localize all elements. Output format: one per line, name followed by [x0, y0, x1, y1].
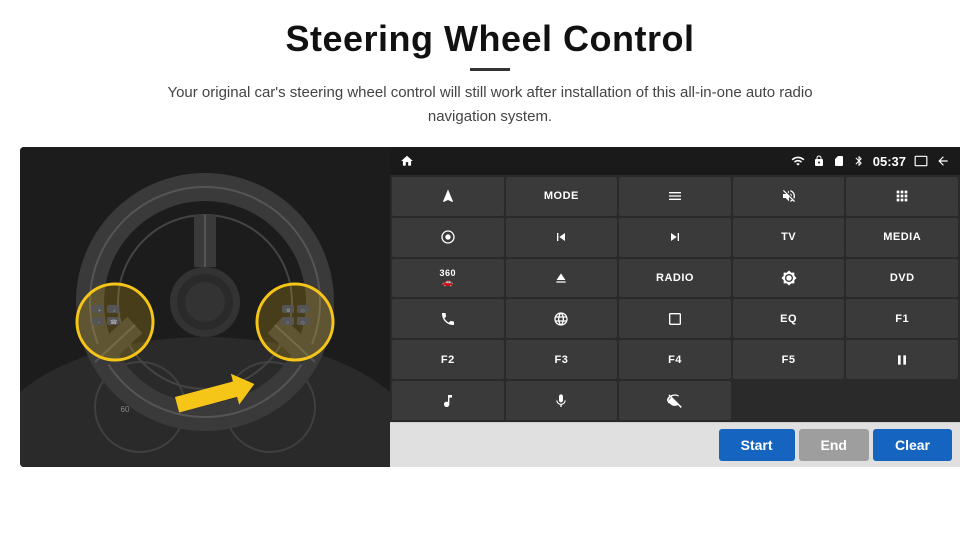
- btn-f2[interactable]: F2: [392, 340, 504, 379]
- btn-navigate[interactable]: [392, 177, 504, 216]
- status-time: 05:37: [873, 154, 906, 169]
- btn-prev[interactable]: [506, 218, 618, 257]
- svg-text:⚙: ⚙: [286, 308, 291, 314]
- navigate-icon: [440, 188, 456, 204]
- home-icon: [400, 154, 414, 168]
- btn-brightness[interactable]: [733, 259, 845, 298]
- apps-icon: [894, 188, 910, 204]
- btn-f4[interactable]: F4: [619, 340, 731, 379]
- page-subtitle: Your original car's steering wheel contr…: [150, 81, 830, 129]
- sim-icon: [833, 155, 845, 167]
- btn-microphone[interactable]: [506, 381, 618, 420]
- btn-radio[interactable]: RADIO: [619, 259, 731, 298]
- svg-text:◇: ◇: [301, 320, 305, 326]
- btn-empty-1: [733, 381, 845, 420]
- btn-f1[interactable]: F1: [846, 299, 958, 338]
- svg-text:◇: ◇: [301, 308, 305, 314]
- play-pause-icon: [894, 352, 910, 368]
- btn-eq[interactable]: EQ: [733, 299, 845, 338]
- btn-eject[interactable]: [506, 259, 618, 298]
- btn-f3[interactable]: F3: [506, 340, 618, 379]
- next-icon: [667, 229, 683, 245]
- content-area: 60 100: [20, 147, 960, 467]
- start-button[interactable]: Start: [719, 429, 795, 461]
- prev-icon: [553, 229, 569, 245]
- mute-icon: [781, 188, 797, 204]
- btn-360-label: 360🚗: [440, 269, 457, 287]
- clear-button[interactable]: Clear: [873, 429, 952, 461]
- music-icon: [440, 393, 456, 409]
- btn-rectangle[interactable]: [619, 299, 731, 338]
- btn-phone[interactable]: [392, 299, 504, 338]
- btn-empty-2: [846, 381, 958, 420]
- btn-settings[interactable]: [392, 218, 504, 257]
- screen-icon: [914, 154, 928, 168]
- btn-mode[interactable]: MODE: [506, 177, 618, 216]
- btn-play-pause[interactable]: [846, 340, 958, 379]
- brightness-icon: [781, 270, 797, 286]
- page-wrapper: Steering Wheel Control Your original car…: [0, 0, 980, 544]
- title-section: Steering Wheel Control Your original car…: [0, 18, 980, 129]
- btn-list[interactable]: [619, 177, 731, 216]
- btn-dvd[interactable]: DVD: [846, 259, 958, 298]
- microphone-icon: [553, 393, 569, 409]
- svg-text:+: +: [98, 308, 101, 314]
- control-panel: 05:37 MODE: [390, 147, 960, 467]
- globe-icon: [553, 311, 569, 327]
- wifi-icon: [791, 154, 805, 168]
- phone-end-icon: [667, 393, 683, 409]
- back-icon: [936, 154, 950, 168]
- phone-icon: [440, 311, 456, 327]
- bluetooth-icon: [853, 155, 865, 167]
- status-bar-right: 05:37: [791, 154, 950, 169]
- car-image-panel: 60 100: [20, 147, 390, 467]
- svg-text:60: 60: [121, 405, 130, 414]
- lock-icon: [813, 155, 825, 167]
- bottom-action-bar: Start End Clear: [390, 422, 960, 467]
- btn-media[interactable]: MEDIA: [846, 218, 958, 257]
- title-divider: [470, 68, 510, 71]
- status-bar-left: [400, 154, 414, 168]
- button-grid: MODE TV: [390, 175, 960, 422]
- steering-wheel-image: 60 100: [20, 147, 390, 467]
- btn-tv[interactable]: TV: [733, 218, 845, 257]
- btn-phone-end[interactable]: [619, 381, 731, 420]
- end-button[interactable]: End: [799, 429, 869, 461]
- btn-360cam[interactable]: 360🚗: [392, 259, 504, 298]
- eject-icon: [553, 270, 569, 286]
- settings-icon: [440, 229, 456, 245]
- status-bar: 05:37: [390, 147, 960, 175]
- btn-globe[interactable]: [506, 299, 618, 338]
- btn-apps[interactable]: [846, 177, 958, 216]
- svg-text:○: ○: [286, 320, 289, 326]
- svg-text:☎: ☎: [110, 319, 118, 326]
- btn-f5[interactable]: F5: [733, 340, 845, 379]
- page-title: Steering Wheel Control: [0, 18, 980, 60]
- list-icon: [667, 188, 683, 204]
- rectangle-icon: [667, 311, 683, 327]
- btn-mute[interactable]: [733, 177, 845, 216]
- btn-music[interactable]: [392, 381, 504, 420]
- btn-next[interactable]: [619, 218, 731, 257]
